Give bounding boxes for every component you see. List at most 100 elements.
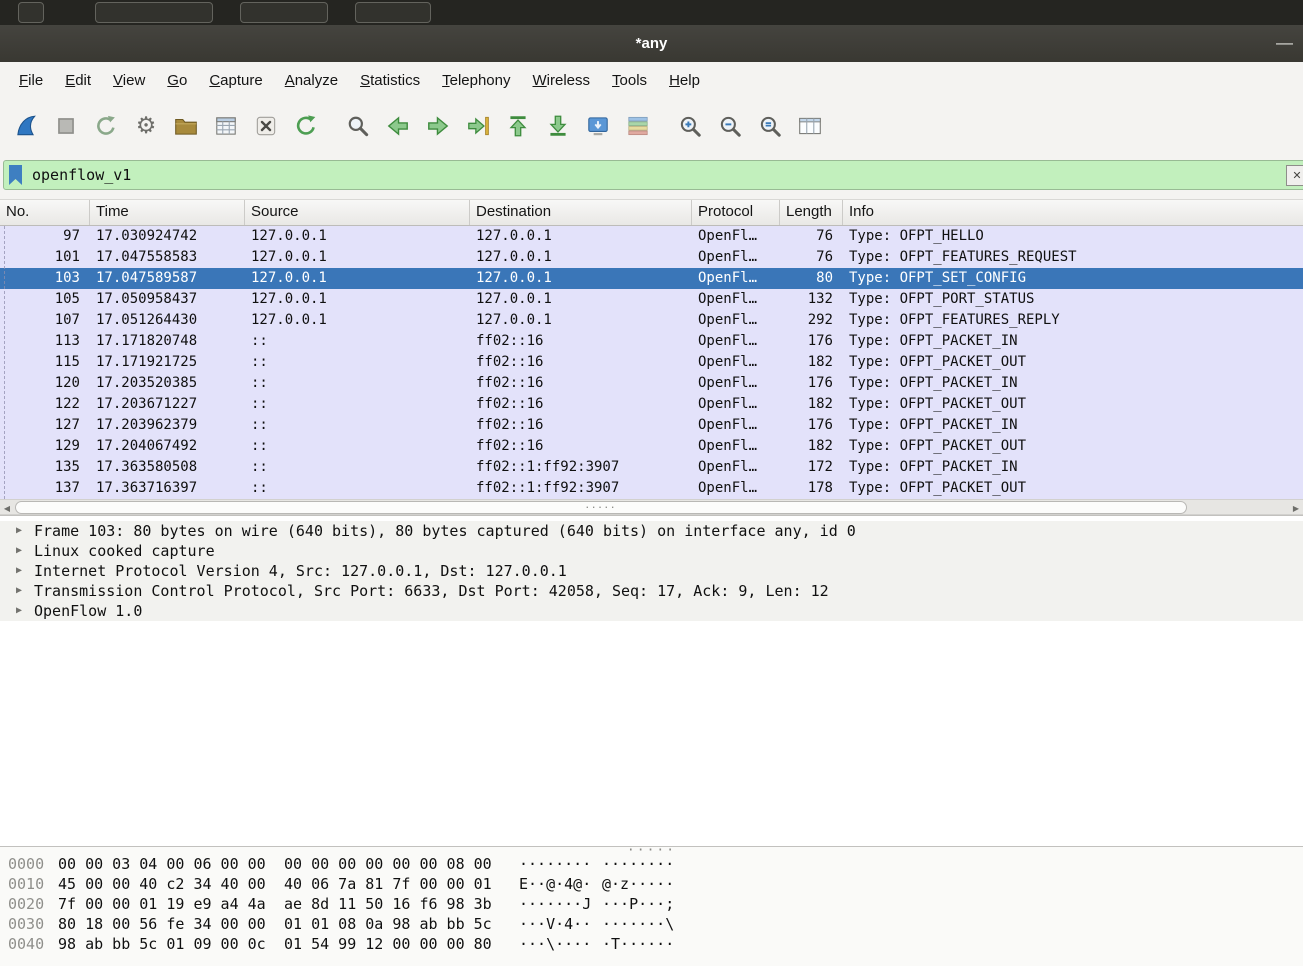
hex-row[interactable]: 0040 98 ab bb 5c 01 09 00 0c 01 54 99 12 0… [0, 934, 1303, 954]
hex-ascii[interactable]: ········ [519, 854, 593, 874]
scroll-right-icon[interactable]: ▶ [1290, 502, 1302, 514]
stop-capture-button[interactable] [46, 106, 86, 146]
hex-bytes[interactable]: 40 06 7a 81 7f 00 00 01 [284, 874, 492, 894]
packet-row-selected[interactable]: 103 17.047589587 127.0.0.1 127.0.0.1 OpenFl…… [0, 268, 1303, 289]
detail-row-frame[interactable]: ▶ Frame 103: 80 bytes on wire (640 bits),… [0, 521, 1303, 541]
hex-bytes[interactable]: ae 8d 11 50 16 f6 98 3b [284, 894, 492, 914]
horizontal-scrollbar[interactable]: ◀ ····· ▶ [0, 499, 1303, 515]
menu-analyze[interactable]: Analyze [274, 66, 349, 95]
hex-bytes[interactable]: 7f 00 00 01 19 e9 a4 4a [58, 894, 266, 914]
header-no[interactable]: No. [0, 200, 90, 225]
expand-arrow-icon[interactable]: ▶ [16, 561, 22, 581]
go-to-top-button[interactable] [498, 106, 538, 146]
menu-capture[interactable]: Capture [198, 66, 273, 95]
go-to-packet-button[interactable] [458, 106, 498, 146]
hex-ascii[interactable]: ········ [602, 854, 674, 874]
packet-row[interactable]: 120 17.203520385:: ff02::16 OpenFl… 176 Type:… [0, 373, 1303, 394]
packet-row[interactable]: 101 17.047558583 127.0.0.1 127.0.0.1 OpenFl…… [0, 247, 1303, 268]
hex-bytes[interactable]: 98 ab bb 5c 01 09 00 0c [58, 934, 266, 954]
packet-row[interactable]: 122 17.203671227:: ff02::16 OpenFl… 182 Type:… [0, 394, 1303, 415]
header-length[interactable]: Length [780, 200, 843, 225]
colorize-button[interactable] [618, 106, 658, 146]
zoom-in-button[interactable] [670, 106, 710, 146]
hex-ascii[interactable]: ···P···; [602, 894, 674, 914]
zoom-out-button[interactable] [710, 106, 750, 146]
hex-ascii[interactable]: ···V·4·· [519, 914, 593, 934]
hex-bytes[interactable]: 00 00 00 00 00 00 08 00 [284, 854, 492, 874]
packet-row[interactable]: 137 17.363716397:: ff02::1:ff92:3907 OpenFl… [0, 478, 1303, 499]
find-packet-button[interactable] [338, 106, 378, 146]
packet-row[interactable]: 129 17.204067492:: ff02::16 OpenFl… 182 Type:… [0, 436, 1303, 457]
close-file-button[interactable] [246, 106, 286, 146]
hex-ascii[interactable]: E··@·4@· [519, 874, 593, 894]
save-file-button[interactable] [206, 106, 246, 146]
hex-bytes[interactable]: 01 54 99 12 00 00 00 80 [284, 934, 492, 954]
background-button[interactable] [240, 2, 328, 23]
restart-capture-button[interactable] [86, 106, 126, 146]
cell-destination: ff02::1:ff92:3907 [476, 480, 620, 496]
capture-options-button[interactable]: ⚙ [126, 106, 166, 146]
packet-row[interactable]: 115 17.171921725:: ff02::16 OpenFl… 182 Type:… [0, 352, 1303, 373]
menu-wireless[interactable]: Wireless [522, 66, 602, 95]
hex-row[interactable]: 0010 45 00 00 40 c2 34 40 00 40 06 7a 81 7… [0, 874, 1303, 894]
hex-bytes[interactable]: 45 00 00 40 c2 34 40 00 [58, 874, 266, 894]
resize-columns-button[interactable] [790, 106, 830, 146]
expand-arrow-icon[interactable]: ▶ [16, 581, 22, 601]
scroll-left-icon[interactable]: ◀ [1, 502, 13, 514]
background-button[interactable] [355, 2, 431, 23]
detail-row-tcp[interactable]: ▶ Transmission Control Protocol, Src Port… [0, 581, 1303, 601]
expand-arrow-icon[interactable]: ▶ [16, 521, 22, 541]
menu-help[interactable]: Help [658, 66, 711, 95]
packet-row[interactable]: 113 17.171820748:: ff02::16 OpenFl… 176 Type:… [0, 331, 1303, 352]
expand-arrow-icon[interactable]: ▶ [16, 541, 22, 561]
packet-row[interactable]: 135 17.363580508:: ff02::1:ff92:3907 OpenFl… [0, 457, 1303, 478]
minimize-button[interactable]: — [1276, 25, 1293, 60]
go-forward-button[interactable] [418, 106, 458, 146]
display-filter-input[interactable]: openflow_v1 [3, 160, 1303, 190]
go-to-bottom-button[interactable] [538, 106, 578, 146]
packet-row[interactable]: 105 17.050958437 127.0.0.1 127.0.0.1 OpenFl…… [0, 289, 1303, 310]
hex-row[interactable]: 0020 7f 00 00 01 19 e9 a4 4a ae 8d 11 50 1… [0, 894, 1303, 914]
detail-row-openflow[interactable]: ▶ OpenFlow 1.0 [0, 601, 1303, 621]
expand-arrow-icon[interactable]: ▶ [16, 601, 22, 621]
hex-ascii[interactable]: ···\···· [519, 934, 593, 954]
background-button[interactable] [18, 2, 44, 23]
hex-ascii[interactable]: ·T······ [602, 934, 674, 954]
menu-file[interactable]: File [8, 66, 54, 95]
header-protocol[interactable]: Protocol [692, 200, 780, 225]
cell-length: 176 [807, 417, 833, 433]
menu-tools[interactable]: Tools [601, 66, 658, 95]
hex-row[interactable]: 0030 80 18 00 56 fe 34 00 00 01 01 08 0a 9… [0, 914, 1303, 934]
scrollbar-thumb[interactable]: ····· [15, 499, 1187, 514]
detail-row-ipv4[interactable]: ▶ Internet Protocol Version 4, Src: 127.0… [0, 561, 1303, 581]
packet-row[interactable]: 127 17.203962379:: ff02::16 OpenFl… 176 Type:… [0, 415, 1303, 436]
menu-view[interactable]: View [102, 66, 156, 95]
menu-edit[interactable]: Edit [54, 66, 102, 95]
open-file-button[interactable] [166, 106, 206, 146]
header-destination[interactable]: Destination [470, 200, 692, 225]
clear-filter-button[interactable]: ✕ [1286, 165, 1303, 186]
go-back-button[interactable] [378, 106, 418, 146]
zoom-original-button[interactable] [750, 106, 790, 146]
packet-row[interactable]: 97 17.030924742 127.0.0.1 127.0.0.1 OpenFl… 7… [0, 226, 1303, 247]
start-capture-button[interactable] [6, 106, 46, 146]
header-source[interactable]: Source [245, 200, 470, 225]
detail-row-linux-cooked[interactable]: ▶ Linux cooked capture [0, 541, 1303, 561]
header-time[interactable]: Time [90, 200, 245, 225]
hex-row[interactable]: 0000 00 00 03 04 00 06 00 00 00 00 00 00 0… [0, 854, 1303, 874]
menu-telephony[interactable]: Telephony [431, 66, 521, 95]
menu-statistics[interactable]: Statistics [349, 66, 431, 95]
background-button[interactable] [95, 2, 213, 23]
hex-bytes[interactable]: 01 01 08 0a 98 ab bb 5c [284, 914, 492, 934]
hex-bytes[interactable]: 80 18 00 56 fe 34 00 00 [58, 914, 266, 934]
menu-go[interactable]: Go [156, 66, 198, 95]
packet-row[interactable]: 107 17.051264430 127.0.0.1 127.0.0.1 OpenFl…… [0, 310, 1303, 331]
hex-bytes[interactable]: 00 00 03 04 00 06 00 00 [58, 854, 266, 874]
hex-ascii[interactable]: @·z····· [602, 874, 674, 894]
hex-ascii[interactable]: ·······J [519, 894, 593, 914]
auto-scroll-button[interactable] [578, 106, 618, 146]
cell-info: Type: OFPT_PACKET_OUT [849, 354, 1027, 370]
header-info[interactable]: Info [843, 200, 1303, 225]
reload-button[interactable] [286, 106, 326, 146]
hex-ascii[interactable]: ·······\ [602, 914, 674, 934]
